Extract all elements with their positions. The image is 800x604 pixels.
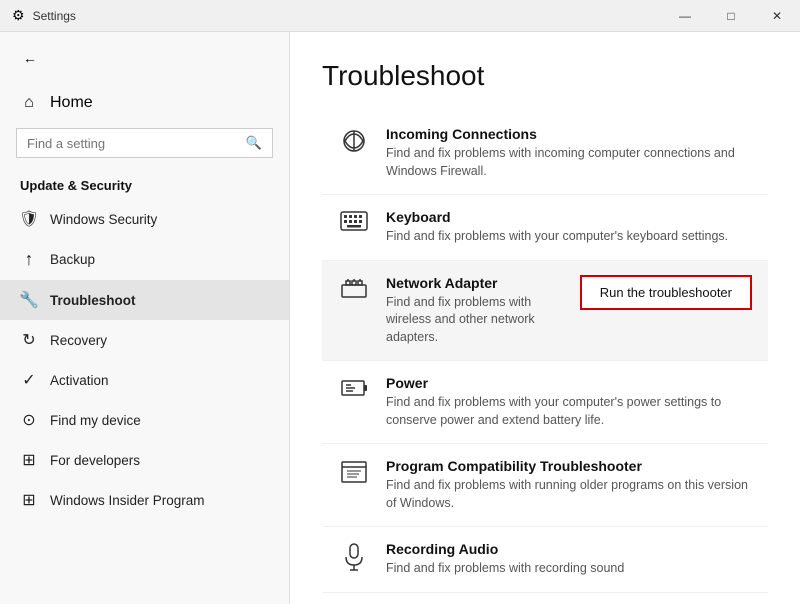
- incoming-connections-name: Incoming Connections: [386, 126, 752, 142]
- troubleshoot-item-keyboard: Keyboard Find and fix problems with your…: [322, 195, 768, 261]
- developers-icon: ⊞: [20, 450, 38, 470]
- search-input[interactable]: [27, 136, 246, 151]
- program-compatibility-desc: Find and fix problems with running older…: [386, 477, 752, 512]
- keyboard-icon: [338, 211, 370, 231]
- recording-audio-icon: [338, 543, 370, 571]
- troubleshoot-item-incoming-connections: Incoming Connections Find and fix proble…: [322, 112, 768, 195]
- troubleshoot-icon: 🔧: [20, 290, 38, 310]
- power-desc: Find and fix problems with your computer…: [386, 394, 752, 429]
- sidebar-nav-top: ←: [0, 32, 289, 84]
- sidebar-item-label: Recovery: [50, 333, 107, 348]
- main-content: Troubleshoot Incoming Connections Find a…: [290, 32, 800, 604]
- titlebar-title: Settings: [33, 9, 76, 23]
- titlebar-left: ⚙ Settings: [12, 7, 76, 24]
- sidebar: ← ⌂ Home 🔍 Update & Security 🛡 Windows S…: [0, 32, 290, 604]
- sidebar-item-backup[interactable]: ↑ Backup: [0, 239, 289, 280]
- run-troubleshooter-button[interactable]: Run the troubleshooter: [580, 275, 752, 310]
- home-label: Home: [50, 94, 93, 112]
- network-adapter-action: Run the troubleshooter: [580, 275, 752, 310]
- network-adapter-desc: Find and fix problems with wireless and …: [386, 294, 564, 347]
- sidebar-item-for-developers[interactable]: ⊞ For developers: [0, 440, 289, 480]
- sidebar-item-label: Windows Insider Program: [50, 493, 205, 508]
- recording-audio-text: Recording Audio Find and fix problems wi…: [386, 541, 752, 578]
- keyboard-text: Keyboard Find and fix problems with your…: [386, 209, 752, 246]
- close-button[interactable]: ✕: [754, 0, 800, 32]
- sidebar-item-label: For developers: [50, 453, 140, 468]
- search-icon: 🔍: [246, 135, 262, 151]
- program-compatibility-name: Program Compatibility Troubleshooter: [386, 458, 752, 474]
- power-icon: [338, 377, 370, 397]
- network-adapter-text: Network Adapter Find and fix problems wi…: [386, 275, 564, 347]
- program-compatibility-text: Program Compatibility Troubleshooter Fin…: [386, 458, 752, 512]
- troubleshoot-item-search-indexing: Search and Indexing Find and fix problem…: [322, 593, 768, 604]
- sidebar-item-label: Find my device: [50, 413, 141, 428]
- sidebar-item-activation[interactable]: ✓ Activation: [0, 360, 289, 400]
- troubleshoot-item-recording-audio: Recording Audio Find and fix problems wi…: [322, 527, 768, 593]
- power-text: Power Find and fix problems with your co…: [386, 375, 752, 429]
- minimize-button[interactable]: —: [662, 0, 708, 32]
- troubleshoot-item-power: Power Find and fix problems with your co…: [322, 361, 768, 444]
- sidebar-item-home[interactable]: ⌂ Home: [0, 84, 289, 122]
- shield-icon: 🛡: [20, 209, 38, 229]
- sidebar-item-windows-insider[interactable]: ⊞ Windows Insider Program: [0, 480, 289, 520]
- titlebar: ⚙ Settings — □ ✕: [0, 0, 800, 32]
- app-body: ← ⌂ Home 🔍 Update & Security 🛡 Windows S…: [0, 32, 800, 604]
- keyboard-name: Keyboard: [386, 209, 752, 225]
- backup-icon: ↑: [20, 249, 38, 270]
- sidebar-item-troubleshoot[interactable]: 🔧 Troubleshoot: [0, 280, 289, 320]
- titlebar-controls: — □ ✕: [662, 0, 800, 32]
- recovery-icon: ↻: [20, 330, 38, 350]
- page-title: Troubleshoot: [322, 60, 768, 92]
- recording-audio-desc: Find and fix problems with recording sou…: [386, 560, 752, 578]
- settings-icon: ⚙: [12, 7, 25, 24]
- maximize-button[interactable]: □: [708, 0, 754, 32]
- activation-icon: ✓: [20, 370, 38, 390]
- insider-icon: ⊞: [20, 490, 38, 510]
- keyboard-desc: Find and fix problems with your computer…: [386, 228, 752, 246]
- incoming-connections-text: Incoming Connections Find and fix proble…: [386, 126, 752, 180]
- home-icon: ⌂: [20, 94, 38, 112]
- sidebar-item-label: Backup: [50, 252, 95, 267]
- sidebar-item-recovery[interactable]: ↻ Recovery: [0, 320, 289, 360]
- program-compatibility-icon: [338, 460, 370, 484]
- find-device-icon: ⊙: [20, 410, 38, 430]
- incoming-connections-desc: Find and fix problems with incoming comp…: [386, 145, 752, 180]
- back-button[interactable]: ←: [16, 44, 44, 72]
- sidebar-section-header: Update & Security: [0, 170, 289, 199]
- recording-audio-name: Recording Audio: [386, 541, 752, 557]
- network-adapter-icon: [338, 277, 370, 301]
- power-name: Power: [386, 375, 752, 391]
- sidebar-item-label: Troubleshoot: [50, 293, 136, 308]
- sidebar-item-find-my-device[interactable]: ⊙ Find my device: [0, 400, 289, 440]
- incoming-connections-icon: [338, 128, 370, 154]
- sidebar-item-label: Windows Security: [50, 212, 157, 227]
- troubleshoot-item-program-compatibility: Program Compatibility Troubleshooter Fin…: [322, 444, 768, 527]
- sidebar-item-windows-security[interactable]: 🛡 Windows Security: [0, 199, 289, 239]
- sidebar-item-label: Activation: [50, 373, 109, 388]
- troubleshoot-item-network-adapter: Network Adapter Find and fix problems wi…: [322, 261, 768, 362]
- search-box: 🔍: [16, 128, 273, 158]
- network-adapter-name: Network Adapter: [386, 275, 564, 291]
